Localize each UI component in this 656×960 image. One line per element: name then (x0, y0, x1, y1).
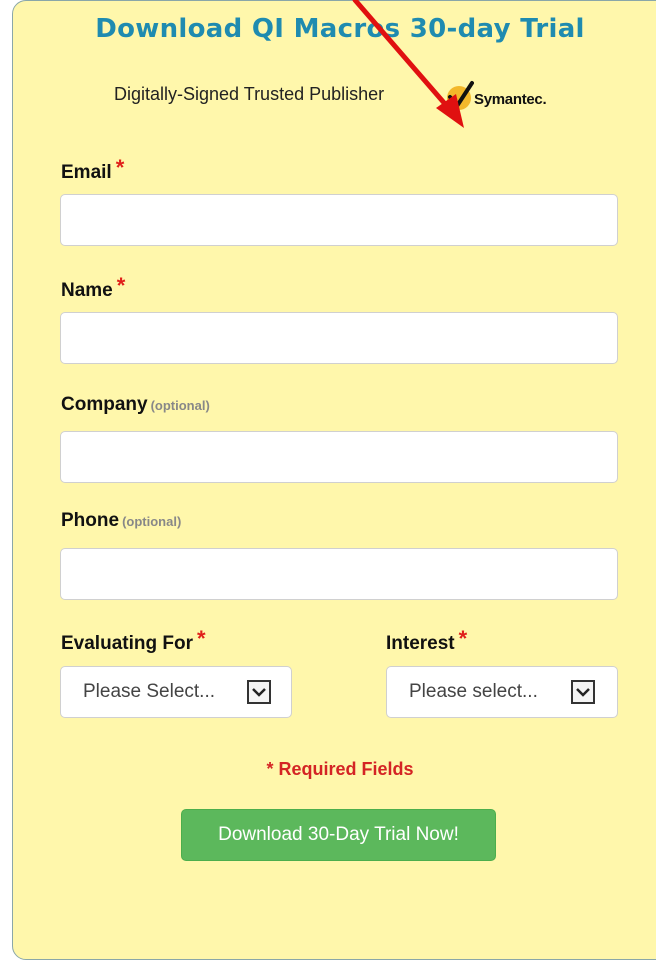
company-label: Company (optional) (61, 394, 210, 416)
interest-required-mark: * (458, 626, 468, 651)
evaluating-for-label-text: Evaluating For (61, 633, 193, 654)
name-required-mark: * (116, 273, 126, 298)
form-title: Download QI Macros 30-day Trial (95, 14, 585, 44)
evaluating-for-label: Evaluating For * (61, 626, 206, 655)
publisher-text: Digitally-Signed Trusted Publisher (114, 84, 385, 104)
evaluating-for-selected-value: Please Select... (83, 681, 216, 702)
checkmark-icon (444, 80, 474, 112)
interest-select[interactable]: Please select... (386, 666, 618, 718)
interest-selected-value: Please select... (409, 681, 538, 702)
phone-label: Phone (optional) (61, 510, 181, 532)
symantec-label: Symantec. (474, 90, 547, 108)
chevron-down-icon[interactable] (571, 680, 595, 704)
name-label: Name * (61, 273, 126, 302)
interest-label: Interest * (386, 626, 468, 655)
phone-optional-text: (optional) (122, 514, 182, 529)
email-required-mark: * (115, 155, 125, 180)
evaluating-for-select[interactable]: Please Select... (60, 666, 292, 718)
download-trial-button[interactable]: Download 30-Day Trial Now! (181, 809, 496, 861)
name-field[interactable] (60, 312, 618, 364)
phone-field[interactable] (60, 548, 618, 600)
company-label-text: Company (61, 394, 148, 415)
phone-label-text: Phone (61, 510, 120, 531)
chevron-down-icon[interactable] (247, 680, 271, 704)
company-field[interactable] (60, 431, 618, 483)
email-label: Email * (61, 155, 125, 184)
evaluating-for-required-mark: * (196, 626, 206, 651)
email-field[interactable] (60, 194, 618, 246)
required-fields-note: * Required Fields (266, 759, 414, 779)
company-optional-text: (optional) (150, 398, 210, 413)
name-label-text: Name (61, 280, 113, 301)
symantec-logo: Symantec. (444, 79, 547, 113)
interest-label-text: Interest (386, 633, 455, 654)
email-label-text: Email (61, 162, 112, 183)
